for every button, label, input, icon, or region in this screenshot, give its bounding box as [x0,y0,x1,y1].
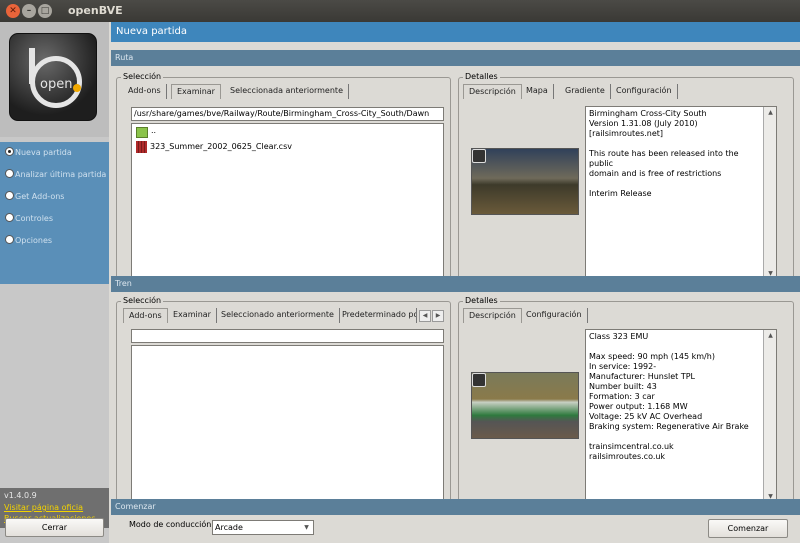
tab-route-anteriormente[interactable]: Seleccionada anteriormente [225,84,349,99]
version-label: v1.4.0.9 [4,491,37,500]
page-title: Nueva partida [111,22,800,42]
sidebar-menu: Nueva partida Analizar última partida Ge… [0,142,109,284]
tab-route-mapa[interactable]: Mapa [521,84,554,99]
minimize-window-icon[interactable]: – [22,4,36,18]
tab-train-descripcion[interactable]: Descripción [463,308,522,323]
radio-icon [5,235,14,244]
radio-selected-icon [5,147,14,156]
close-window-icon[interactable]: ✕ [6,4,20,18]
tab-train-anteriormente[interactable]: Seleccionado anteriormente [216,308,340,323]
train-preview-image [471,372,579,439]
tab-route-addons[interactable]: Add-ons [123,84,167,99]
sidebar-item-nueva-partida[interactable]: Nueva partida [5,146,72,160]
sidebar-item-analizar[interactable]: Analizar última partida [5,168,106,182]
sidebar-item-controles[interactable]: Controles [5,212,53,226]
tab-scroll-left-icon[interactable]: ◀ [419,310,431,322]
route-path-input[interactable]: /usr/share/games/bve/Railway/Route/Birmi… [131,107,444,121]
tab-route-gradiente[interactable]: Gradiente [560,84,611,99]
route-description-scrollbar[interactable]: ▲ ▼ [763,107,776,280]
sidebar: open Nueva partida Analizar última parti… [0,22,109,543]
tab-train-addons[interactable]: Add-ons [123,308,168,323]
sidebar-item-opciones[interactable]: Opciones [5,234,52,248]
train-selection-label: Selección [121,296,164,306]
train-description-scrollbar[interactable]: ▲ ▼ [763,330,776,503]
tab-train-configuracion[interactable]: Configuración [521,308,588,323]
train-details-label: Detalles [463,296,500,306]
route-file-icon [136,141,147,153]
route-section-header: Ruta [111,50,800,66]
sidebar-item-get-addons[interactable]: Get Add-ons [5,190,64,204]
window-title: openBVE [68,4,123,17]
tab-route-configuracion[interactable]: Configuración [611,84,678,99]
tab-train-predeterminado[interactable]: Predeterminado po [337,308,417,323]
radio-icon [5,191,14,200]
train-details-tabs: Descripción Configuración [463,308,788,324]
openbve-badge-icon [472,149,486,163]
maximize-window-icon[interactable]: □ [38,4,52,18]
openbve-badge-icon [472,373,486,387]
openbve-logo: open [0,22,109,137]
scroll-up-icon[interactable]: ▲ [765,108,776,118]
radio-icon [5,169,14,178]
tab-route-descripcion[interactable]: Descripción [463,84,522,99]
train-section-header: Tren [111,276,800,292]
tab-route-examinar[interactable]: Examinar [171,84,221,99]
train-description-box[interactable]: Class 323 EMU Max speed: 90 mph (145 km/… [585,329,777,504]
start-section-header: Comenzar [111,499,800,515]
radio-icon [5,213,14,222]
chevron-down-icon[interactable]: ▼ [301,523,312,533]
tab-train-examinar[interactable]: Examinar [168,308,217,323]
route-preview-image [471,148,579,215]
up-entry[interactable]: .. [151,126,156,136]
route-selection-label: Selección [121,72,164,82]
route-file-list[interactable]: .. 323_Summer_2002_0625_Clear.csv [131,123,444,282]
tab-scroll-right-icon[interactable]: ▶ [432,310,444,322]
folder-up-icon [136,127,148,138]
train-description-text: Class 323 EMU Max speed: 90 mph (145 km/… [589,332,749,461]
train-selection-tabs: Add-ons Examinar Seleccionado anteriorme… [123,308,445,324]
route-selection-tabs: Add-ons Examinar Seleccionada anteriorme… [123,84,445,100]
route-file-item[interactable]: 323_Summer_2002_0625_Clear.csv [150,142,292,152]
train-path-input[interactable] [131,329,444,343]
route-description-text: Birmingham Cross-City South Version 1.31… [589,109,739,198]
mode-label: Modo de conducción [129,520,212,529]
mode-select[interactable]: Arcade ▼ [212,520,314,535]
main-panel: Nueva partida Ruta Selección Add-ons Exa… [111,22,800,543]
visit-site-link[interactable]: Visitar página oficia [4,503,83,512]
route-details-tabs: Descripción Mapa Gradiente Configuración [463,84,788,100]
close-button[interactable]: Cerrar [5,518,104,537]
route-description-box[interactable]: Birmingham Cross-City South Version 1.31… [585,106,777,281]
train-file-list[interactable] [131,345,444,506]
scroll-up-icon[interactable]: ▲ [765,331,776,341]
title-bar: ✕ – □ openBVE [0,0,800,22]
start-button[interactable]: Comenzar [708,519,788,538]
route-details-label: Detalles [463,72,500,82]
